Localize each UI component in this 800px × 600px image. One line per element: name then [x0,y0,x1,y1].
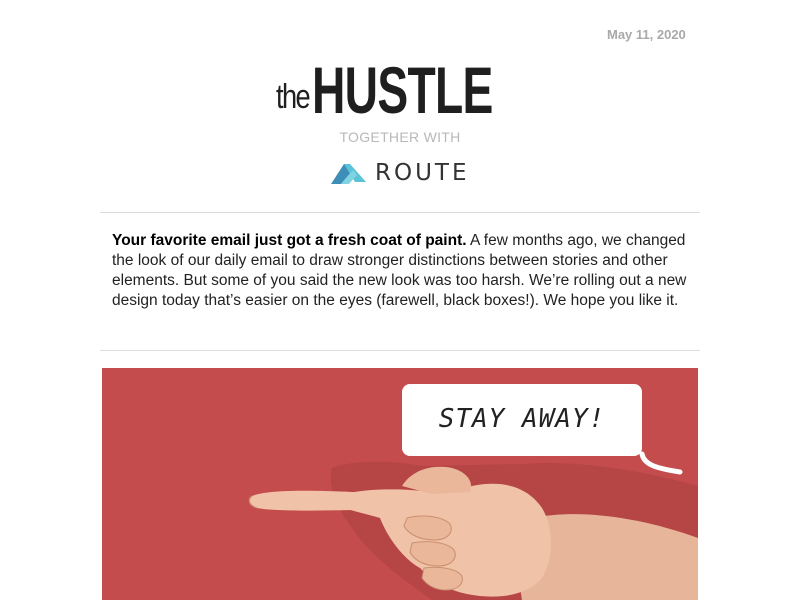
divider-bottom [100,350,700,351]
intro-lead: Your favorite email just got a fresh coa… [112,232,467,249]
together-with-label: TOGETHER WITH [339,129,461,145]
sponsor-name: ROUTE [375,160,470,186]
route-logo-icon [331,164,366,184]
divider-top [100,212,700,213]
sponsor-logo[interactable]: ROUTE [331,158,470,188]
logo-the-text: the [276,78,311,116]
logo-hustle-text: HUSTLE [312,52,493,127]
email-date: May 11, 2020 [607,27,686,42]
the-hustle-logo[interactable]: the HUSTLE [276,52,526,127]
pointing-hand-icon [102,368,698,600]
intro-paragraph: Your favorite email just got a fresh coa… [112,231,690,311]
speech-bubble-text: STAY AWAY! [438,404,606,434]
hero-image[interactable]: STAY AWAY! [102,368,698,600]
